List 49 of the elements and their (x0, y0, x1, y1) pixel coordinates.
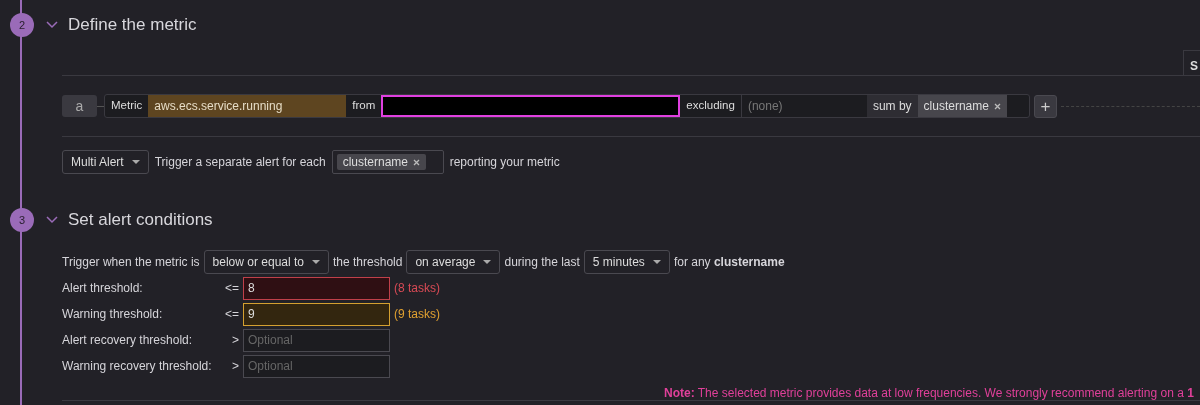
dropdown[interactable]: below or equal to (203, 250, 329, 274)
operator-text: > (231, 358, 239, 375)
label-text: the threshold (333, 254, 403, 271)
threshold-label: Alert threshold: (62, 280, 144, 297)
hint-text: (8 tasks) (394, 280, 440, 297)
dropdown[interactable]: 5 minutes (583, 250, 670, 274)
caret-icon (312, 260, 320, 264)
label-text: for any clustername (673, 254, 785, 271)
threshold-input[interactable]: Optional (243, 354, 390, 378)
threshold-input[interactable]: Optional (243, 328, 390, 352)
threshold-input[interactable]: 9 (243, 302, 390, 326)
label-text: Trigger a separate alert for each (154, 154, 326, 171)
section-title: Define the metric (68, 14, 197, 37)
dropdown[interactable]: on average (406, 250, 501, 274)
query-letter: a (62, 95, 97, 117)
metric-field[interactable]: aws.ecs.service.running (148, 95, 347, 117)
hint-text: (9 tasks) (394, 306, 440, 323)
tag-label: clustername (923, 98, 989, 115)
tag-label: clustername (342, 154, 409, 171)
from-field[interactable] (381, 95, 681, 117)
add-button[interactable]: + (1033, 94, 1057, 118)
caret-icon (652, 260, 661, 264)
threshold-label: Warning threshold: (62, 306, 164, 323)
threshold-input[interactable]: 8 (243, 276, 390, 300)
label-text: reporting your metric (449, 154, 560, 171)
caret-icon (483, 260, 492, 264)
step-number: 3 (10, 208, 34, 232)
warning-note: Note: The selected metric provides data at low frequencies. We strongly recommend alerting on a 1 (664, 385, 1194, 402)
label-text: during the last (504, 254, 580, 271)
dropdown[interactable]: Multi Alert (62, 150, 149, 174)
field-label: from (351, 98, 377, 114)
field-label: excluding (685, 98, 736, 114)
label-text: Trigger when the metric is (62, 254, 200, 271)
step-number: 2 (10, 13, 34, 37)
threshold-label: Warning recovery threshold: (62, 358, 213, 375)
operator-text: <= (224, 280, 239, 297)
remove-icon[interactable] (993, 102, 1001, 110)
chevron-icon[interactable] (46, 21, 58, 29)
threshold-label: Alert recovery threshold: (62, 332, 194, 349)
tag-field[interactable]: clustername (331, 150, 444, 174)
chevron-icon[interactable] (46, 216, 58, 224)
field-label: sum by (866, 95, 918, 117)
remove-icon[interactable] (413, 158, 421, 166)
caret-icon (131, 160, 140, 164)
operator-text: <= (224, 306, 239, 323)
section-title: Set alert conditions (68, 209, 213, 232)
operator-text: > (231, 332, 239, 349)
field-label: Metric (110, 98, 144, 114)
tab[interactable]: S (1183, 50, 1200, 76)
